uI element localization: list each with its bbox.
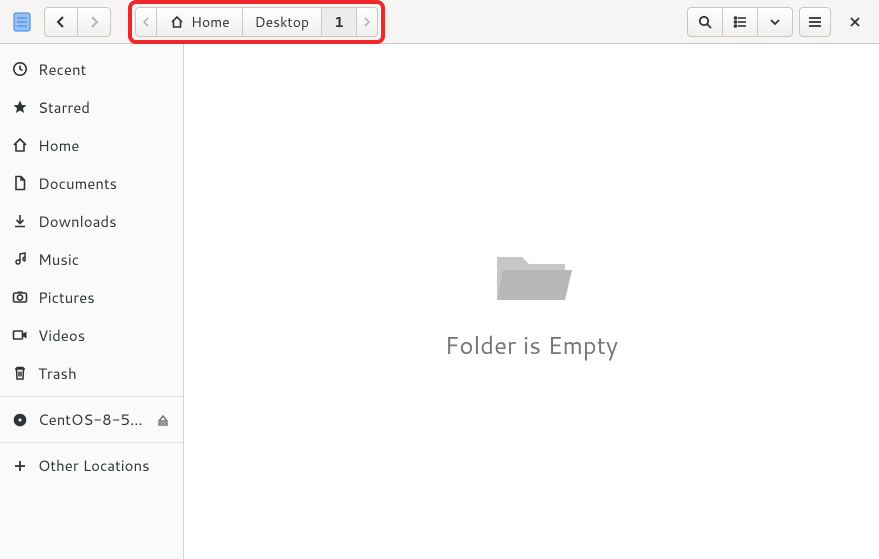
sidebar-item-pictures[interactable]: Pictures [0, 278, 183, 316]
sidebar-item-label: Documents [38, 173, 171, 194]
sidebar-item-downloads[interactable]: Downloads [0, 202, 183, 240]
breadcrumb-label: Home [191, 12, 230, 32]
chevron-down-icon [767, 14, 783, 30]
sidebar-item-label: Home [38, 135, 171, 156]
hamburger-menu-button[interactable] [799, 7, 831, 37]
sidebar-item-starred[interactable]: Starred [0, 88, 183, 126]
camera-icon [12, 289, 28, 305]
sidebar-item-home[interactable]: Home [0, 126, 183, 164]
nav-buttons [44, 7, 111, 37]
trash-icon [12, 365, 28, 381]
forward-button[interactable] [77, 7, 111, 37]
content-view: Folder is Empty [184, 44, 879, 559]
hamburger-icon [807, 14, 823, 30]
search-button[interactable] [687, 7, 723, 37]
music-icon [12, 251, 28, 267]
toolbar-right-buttons [687, 7, 793, 37]
download-icon [12, 213, 28, 229]
star-icon [12, 99, 28, 115]
plus-icon [12, 458, 28, 474]
header-bar: Home Desktop 1 [0, 0, 879, 44]
sidebar-item-label: Recent [38, 59, 171, 80]
sidebar-item-label: Starred [38, 97, 171, 118]
sidebar-item-label: Trash [38, 363, 171, 384]
sidebar-item-music[interactable]: Music [0, 240, 183, 278]
close-button[interactable] [837, 7, 873, 37]
sidebar-item-documents[interactable]: Documents [0, 164, 183, 202]
sidebar-item-label: Pictures [38, 287, 171, 308]
sidebar-item-label: Music [38, 249, 171, 270]
sidebar-item-videos[interactable]: Videos [0, 316, 183, 354]
sidebar-item-other-locations[interactable]: Other Locations [0, 442, 183, 484]
breadcrumb-label: Desktop [255, 12, 309, 32]
breadcrumb-desktop[interactable]: Desktop [243, 8, 322, 36]
disc-icon [12, 412, 28, 428]
back-button[interactable] [44, 7, 78, 37]
sidebar-item-label: Videos [38, 325, 171, 346]
sidebar-item-label: CentOS-8-5... [38, 409, 145, 430]
video-icon [12, 327, 28, 343]
eject-icon[interactable] [155, 412, 171, 428]
pathbar-container: Home Desktop 1 [135, 7, 378, 37]
list-view-icon [732, 14, 748, 30]
document-icon [12, 175, 28, 191]
breadcrumb-label: 1 [334, 12, 344, 32]
home-icon [169, 14, 185, 30]
path-scroll-left[interactable] [136, 8, 157, 36]
breadcrumb: Home Desktop 1 [135, 7, 378, 37]
breadcrumb-home[interactable]: Home [157, 8, 243, 36]
home-icon [12, 137, 28, 153]
breadcrumb-current[interactable]: 1 [322, 8, 357, 36]
view-options-button[interactable] [757, 7, 793, 37]
sidebar-item-recent[interactable]: Recent [0, 50, 183, 88]
sidebar-item-disc[interactable]: CentOS-8-5... [0, 396, 183, 438]
view-toggle-button[interactable] [722, 7, 758, 37]
empty-folder-message: Folder is Empty [445, 328, 618, 362]
close-icon [847, 14, 863, 30]
sidebar-item-label: Other Locations [38, 455, 171, 476]
folder-open-icon [487, 242, 577, 312]
search-icon [697, 14, 713, 30]
files-app-icon [12, 12, 32, 32]
sidebar-item-trash[interactable]: Trash [0, 354, 183, 392]
sidebar-item-label: Downloads [38, 211, 171, 232]
path-scroll-right[interactable] [357, 8, 377, 36]
clock-icon [12, 61, 28, 77]
places-sidebar: Recent Starred Home Documents Downloads … [0, 44, 184, 559]
